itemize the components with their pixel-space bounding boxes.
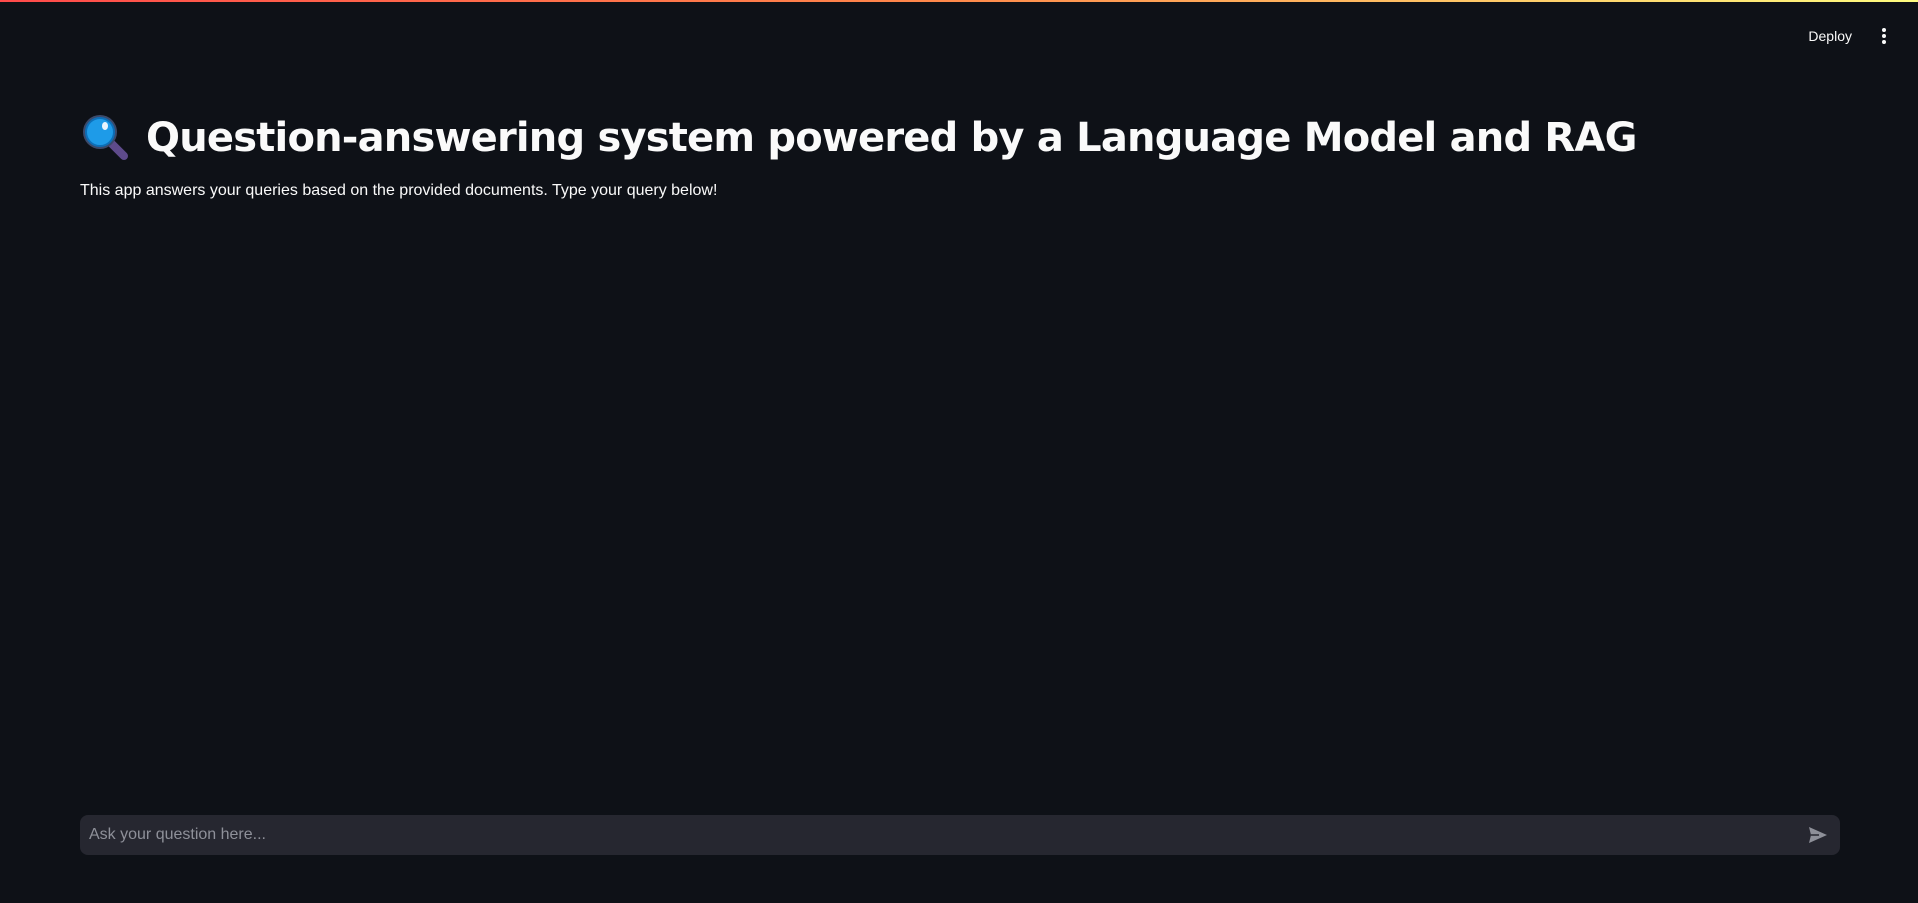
main-menu-button[interactable] [1874, 22, 1894, 50]
chat-question-input[interactable] [80, 815, 1798, 855]
app-description: This app answers your queries based on t… [80, 182, 718, 199]
page-title-text: Question-answering system powered by a L… [146, 115, 1637, 161]
send-icon [1809, 827, 1827, 843]
send-button[interactable] [1798, 815, 1838, 855]
deploy-button[interactable]: Deploy [1800, 24, 1860, 48]
magnifying-glass-icon [80, 112, 132, 164]
more-vertical-icon [1882, 28, 1886, 44]
app-root: Deploy Question-answering system powered… [0, 0, 1918, 903]
chat-input-container [80, 815, 1840, 855]
top-decoration-bar [0, 0, 1918, 2]
main-content: Question-answering system powered by a L… [80, 112, 1838, 200]
page-title: Question-answering system powered by a L… [80, 112, 1838, 164]
header-toolbar: Deploy [1800, 20, 1894, 52]
